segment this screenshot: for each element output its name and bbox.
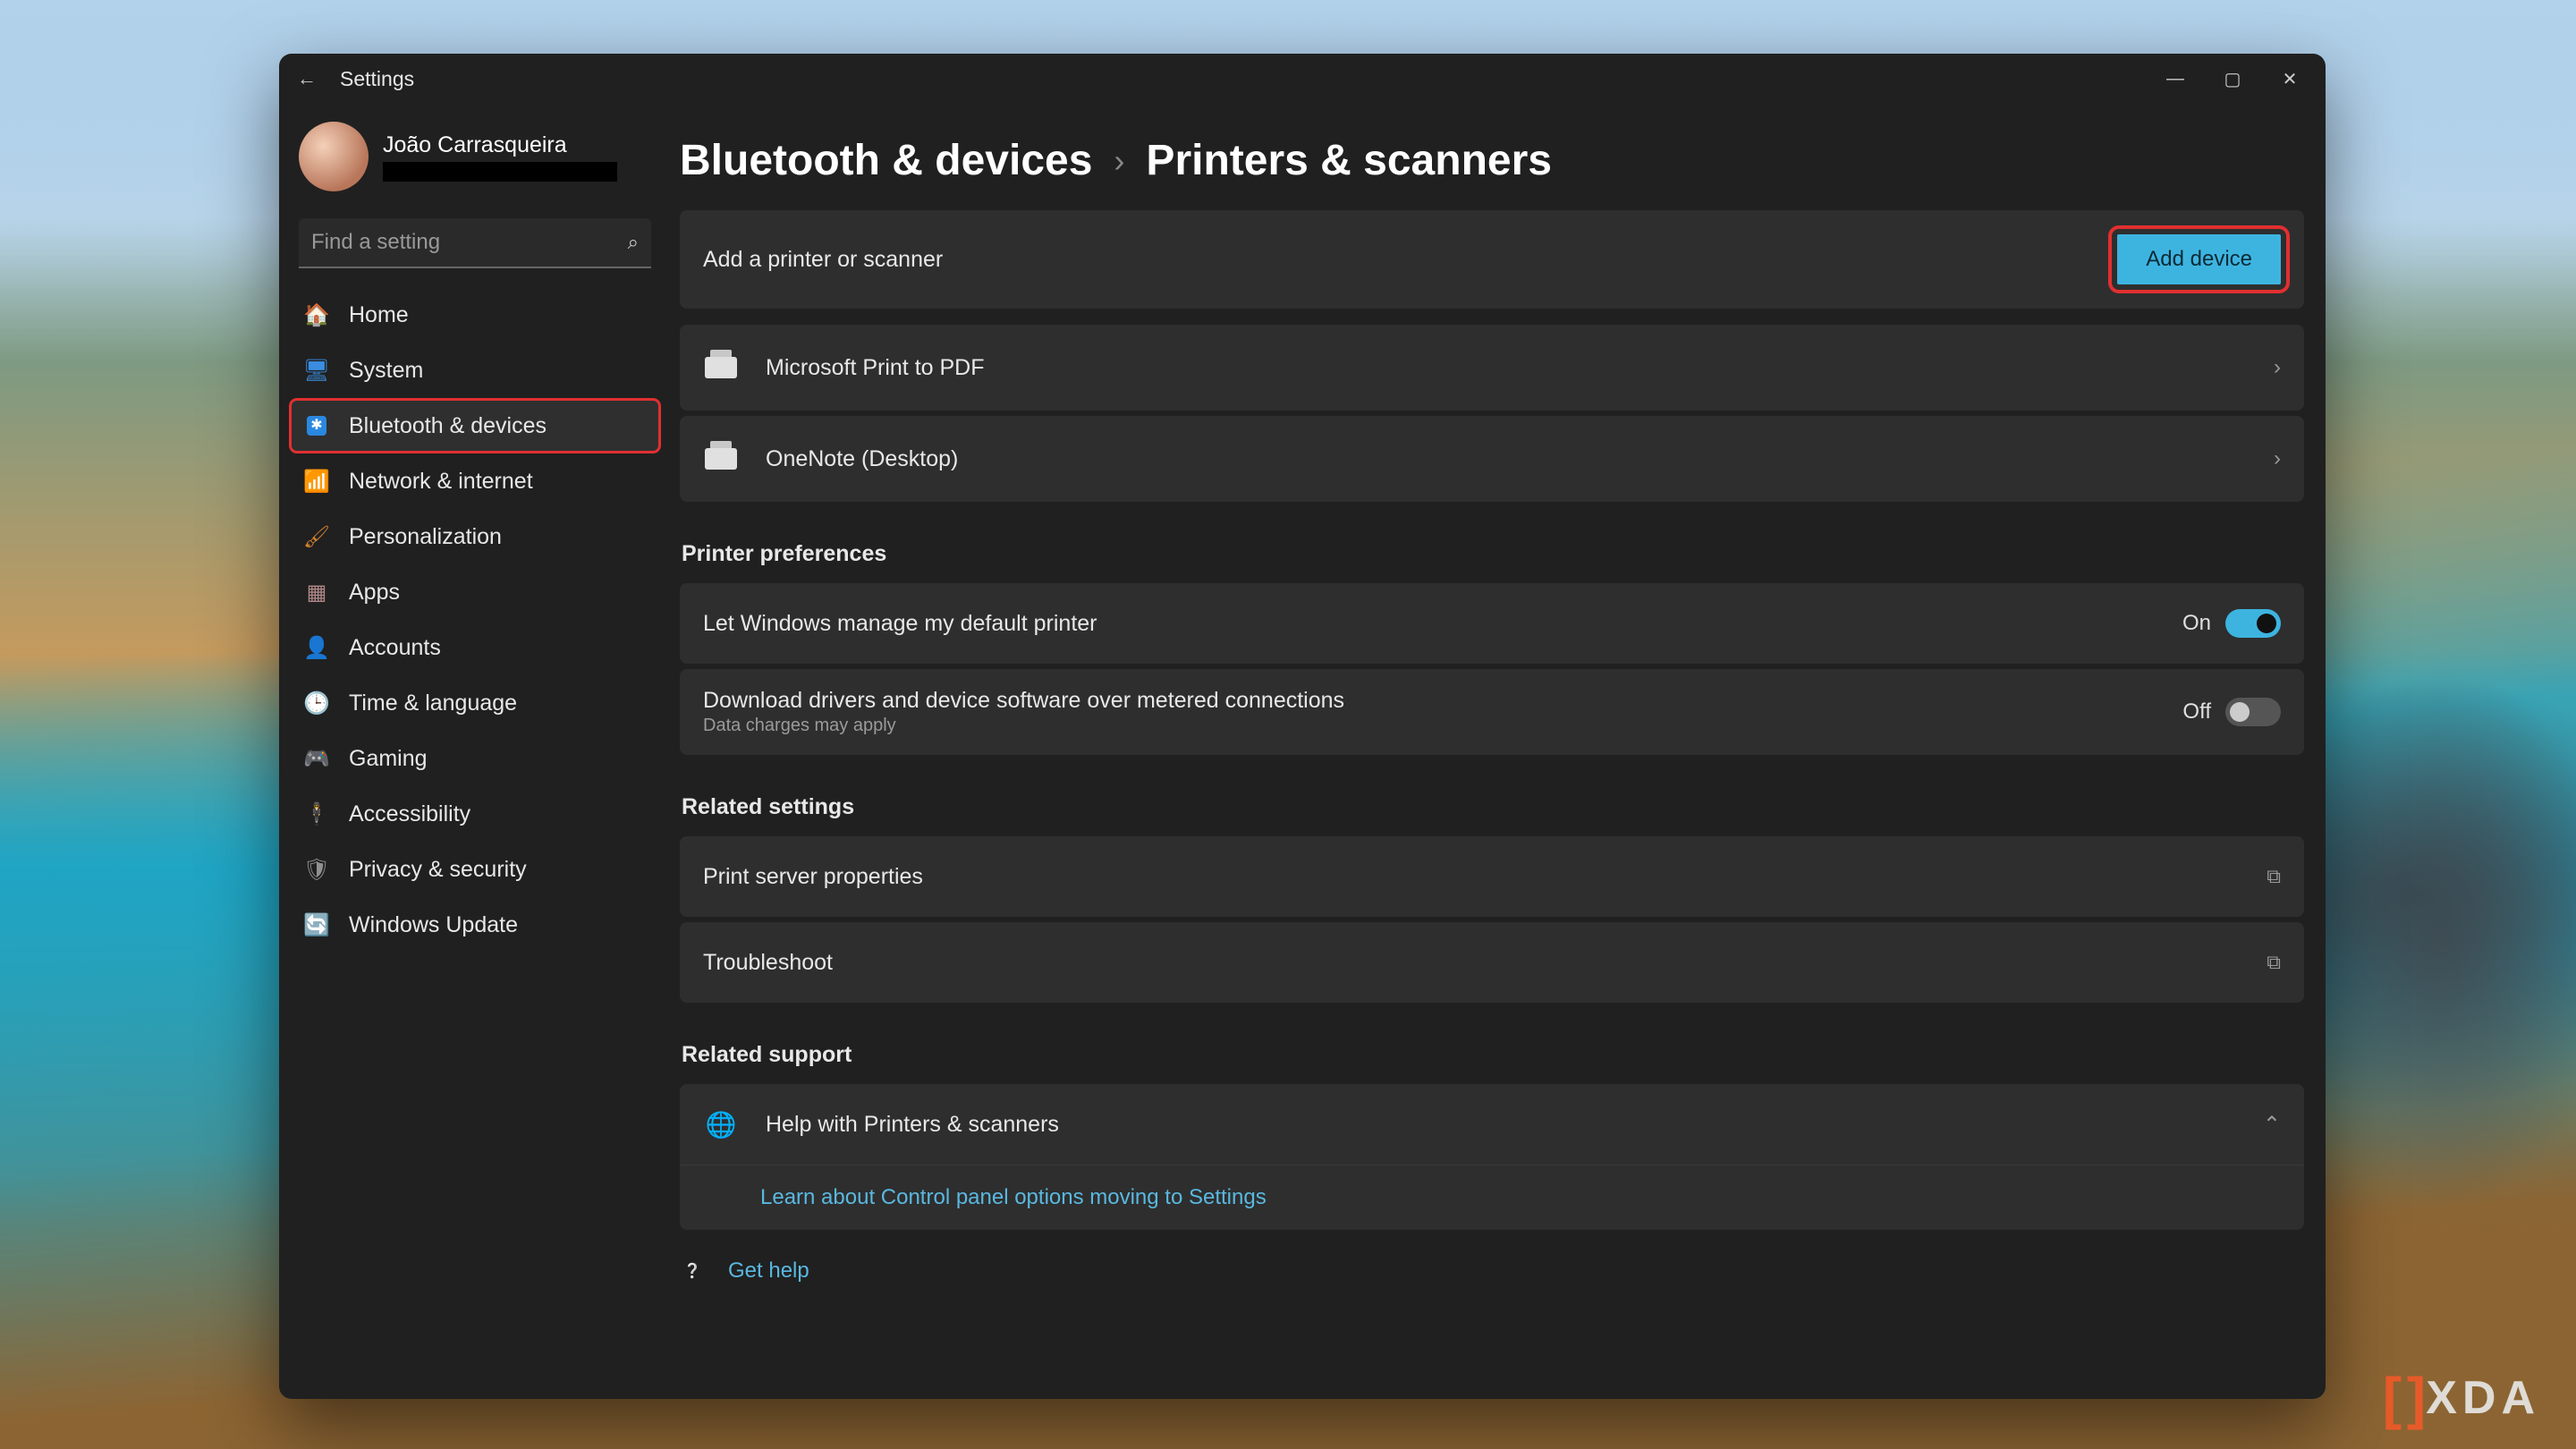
- apps-icon: ▦: [302, 578, 331, 606]
- toggle-state-label: Off: [2182, 699, 2211, 724]
- add-device-button[interactable]: Add device: [2117, 234, 2281, 284]
- bluetooth-icon: ✱: [302, 411, 331, 440]
- network-icon: 📶: [302, 467, 331, 496]
- external-link-icon: ⧉: [2267, 951, 2281, 974]
- section-related-settings: Related settings: [680, 760, 2304, 836]
- user-profile[interactable]: João Carrasqueira: [290, 116, 660, 204]
- profile-name: João Carrasqueira: [383, 132, 617, 158]
- sidebar-item-apps[interactable]: ▦ Apps: [290, 565, 660, 619]
- sidebar-item-label: System: [349, 358, 423, 384]
- sidebar-item-label: Time & language: [349, 691, 517, 716]
- sidebar-item-label: Accounts: [349, 635, 441, 661]
- pref-manage-default: Let Windows manage my default printer On: [680, 583, 2304, 664]
- add-device-card: Add a printer or scanner Add device: [680, 210, 2304, 309]
- get-help-link[interactable]: Get help: [728, 1258, 809, 1284]
- external-link-icon: ⧉: [2267, 865, 2281, 888]
- toggle-metered[interactable]: [2225, 698, 2281, 726]
- support-learn-link[interactable]: Learn about Control panel options moving…: [760, 1185, 1267, 1209]
- globe-icon: 🌐: [703, 1110, 739, 1139]
- sidebar-item-label: Apps: [349, 580, 400, 606]
- sidebar-item-label: Accessibility: [349, 801, 470, 827]
- time-icon: 🕒: [302, 689, 331, 717]
- sidebar-item-network[interactable]: 📶 Network & internet: [290, 454, 660, 508]
- sidebar-item-label: Personalization: [349, 524, 502, 550]
- breadcrumb: Bluetooth & devices › Printers & scanner…: [680, 118, 2304, 210]
- sidebar-item-bluetooth[interactable]: ✱ Bluetooth & devices: [290, 399, 660, 453]
- section-related-support: Related support: [680, 1008, 2304, 1084]
- toggle-manage-default[interactable]: [2225, 609, 2281, 638]
- minimize-button[interactable]: —: [2147, 63, 2204, 95]
- printer-item[interactable]: Microsoft Print to PDF ›: [680, 325, 2304, 411]
- sidebar-nav: 🏠 Home 🖥 System ✱ Bluetooth & devices 📶 Network…: [290, 288, 660, 952]
- search-icon: ⌕: [628, 231, 639, 254]
- sidebar-item-accounts[interactable]: 👤 Accounts: [290, 621, 660, 674]
- bottom-links: ❔ Get help: [680, 1235, 2304, 1291]
- accessibility-icon: 🕴: [302, 800, 331, 828]
- related-print-server[interactable]: Print server properties ⧉: [680, 836, 2304, 917]
- chevron-right-icon: ›: [1114, 142, 1124, 180]
- window-title: Settings: [340, 67, 414, 91]
- related-troubleshoot[interactable]: Troubleshoot ⧉: [680, 922, 2304, 1003]
- titlebar: ← Settings — ▢ ✕: [279, 54, 2326, 104]
- printer-icon: [703, 445, 739, 473]
- printer-list: Microsoft Print to PDF › OneNote (Deskto…: [680, 325, 2304, 502]
- privacy-icon: 🛡: [302, 855, 331, 884]
- sidebar: João Carrasqueira ⌕ 🏠 Home 🖥 System ✱ Bluetoo…: [279, 104, 673, 1399]
- close-button[interactable]: ✕: [2261, 63, 2318, 95]
- home-icon: 🏠: [302, 301, 331, 329]
- xda-watermark: [ ] XDA: [2383, 1365, 2540, 1431]
- personalization-icon: 🖌: [302, 522, 331, 551]
- content-area[interactable]: Bluetooth & devices › Printers & scanner…: [673, 104, 2326, 1399]
- section-printer-prefs: Printer preferences: [680, 507, 2304, 583]
- sidebar-item-label: Network & internet: [349, 469, 533, 495]
- search-input[interactable]: [311, 230, 628, 255]
- sidebar-item-system[interactable]: 🖥 System: [290, 343, 660, 397]
- sidebar-item-update[interactable]: 🔄 Windows Update: [290, 898, 660, 952]
- chevron-right-icon: ›: [2274, 355, 2281, 380]
- pref-metered: Download drivers and device software ove…: [680, 669, 2304, 755]
- support-help-card: 🌐 Help with Printers & scanners ⌃ Learn …: [680, 1084, 2304, 1230]
- update-icon: 🔄: [302, 911, 331, 939]
- sidebar-item-privacy[interactable]: 🛡 Privacy & security: [290, 843, 660, 896]
- sidebar-item-personalization[interactable]: 🖌 Personalization: [290, 510, 660, 564]
- printer-item[interactable]: OneNote (Desktop) ›: [680, 416, 2304, 502]
- chevron-up-icon: ⌃: [2263, 1112, 2281, 1138]
- sidebar-item-label: Windows Update: [349, 912, 518, 938]
- search-input-container[interactable]: ⌕: [299, 218, 651, 268]
- printer-icon: [703, 353, 739, 382]
- profile-email-redacted: [383, 162, 617, 182]
- page-title: Printers & scanners: [1146, 136, 1552, 185]
- chevron-right-icon: ›: [2274, 446, 2281, 471]
- sidebar-item-label: Bluetooth & devices: [349, 413, 547, 439]
- sidebar-item-gaming[interactable]: 🎮 Gaming: [290, 732, 660, 785]
- settings-window: ← Settings — ▢ ✕ João Carrasqueira ⌕ 🏠 Ho…: [279, 54, 2326, 1399]
- sidebar-item-label: Home: [349, 302, 409, 328]
- system-icon: 🖥: [302, 356, 331, 385]
- sidebar-item-label: Gaming: [349, 746, 428, 772]
- sidebar-item-time[interactable]: 🕒 Time & language: [290, 676, 660, 730]
- sidebar-item-accessibility[interactable]: 🕴 Accessibility: [290, 787, 660, 841]
- back-button[interactable]: ←: [297, 67, 333, 90]
- avatar: [299, 122, 369, 191]
- accounts-icon: 👤: [302, 633, 331, 662]
- maximize-button[interactable]: ▢: [2204, 63, 2261, 95]
- sidebar-item-label: Privacy & security: [349, 857, 527, 883]
- sidebar-item-home[interactable]: 🏠 Home: [290, 288, 660, 342]
- gaming-icon: 🎮: [302, 744, 331, 773]
- support-help-row[interactable]: 🌐 Help with Printers & scanners ⌃: [680, 1084, 2304, 1165]
- breadcrumb-parent[interactable]: Bluetooth & devices: [680, 136, 1092, 185]
- help-icon: ❔: [683, 1262, 708, 1280]
- add-device-label: Add a printer or scanner: [703, 247, 2117, 273]
- toggle-state-label: On: [2182, 611, 2211, 636]
